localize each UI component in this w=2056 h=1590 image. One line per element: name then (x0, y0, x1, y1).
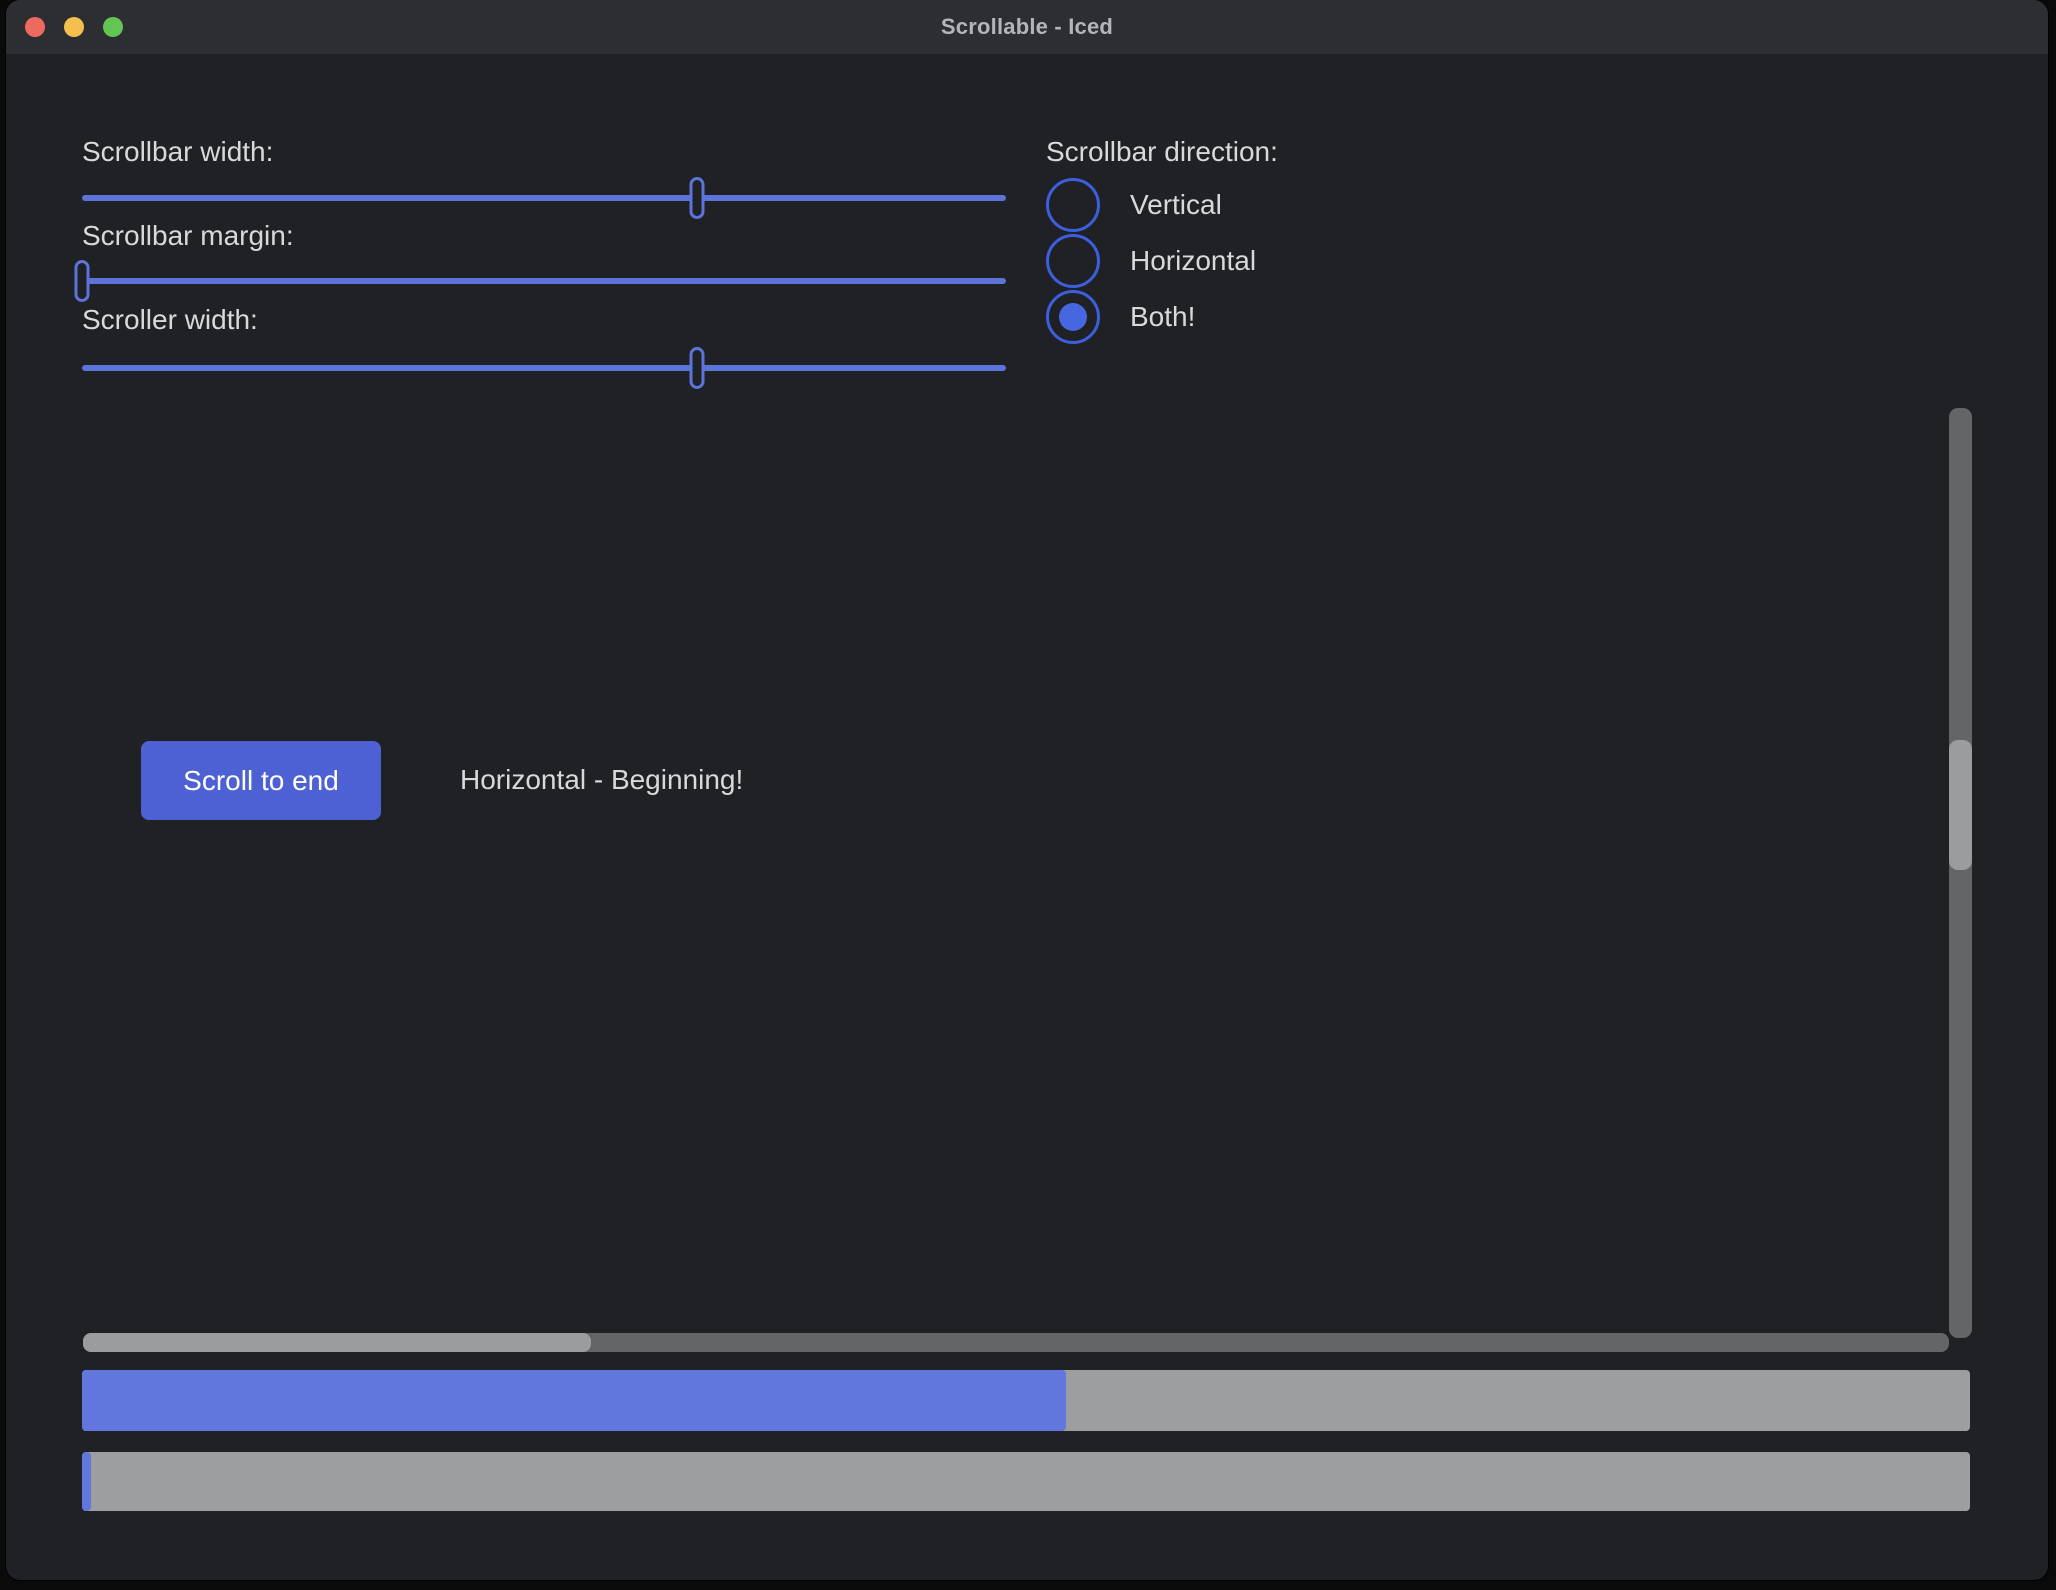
radio-both[interactable]: Both! (1046, 290, 1195, 344)
radio-selected-dot (1059, 303, 1087, 331)
vertical-scroll-progressbar (82, 1370, 1970, 1431)
vertical-scrollbar-thumb[interactable] (1949, 740, 1972, 870)
traffic-lights (25, 17, 123, 37)
close-button[interactable] (25, 17, 45, 37)
minimize-button[interactable] (64, 17, 84, 37)
horizontal-scrollbar-rail[interactable] (83, 1333, 1949, 1352)
radio-label: Both! (1130, 301, 1195, 333)
radio-circle[interactable] (1046, 290, 1100, 344)
progressbar-fill (82, 1452, 91, 1511)
progressbar-fill (82, 1370, 1066, 1431)
radio-circle[interactable] (1046, 178, 1100, 232)
radio-label: Vertical (1130, 189, 1222, 221)
scrollbar-margin-slider[interactable] (82, 278, 1006, 284)
scrollbar-margin-label: Scrollbar margin: (82, 220, 294, 252)
radio-circle[interactable] (1046, 234, 1100, 288)
vertical-scrollbar-rail[interactable] (1949, 408, 1972, 1338)
scroller-width-label: Scroller width: (82, 304, 258, 336)
horizontal-status-text: Horizontal - Beginning! (460, 764, 743, 796)
scrollbar-width-label: Scrollbar width: (82, 136, 273, 168)
scrollbar-direction-label: Scrollbar direction: (1046, 136, 1278, 168)
scroll-to-end-button[interactable]: Scroll to end (141, 741, 381, 820)
zoom-button[interactable] (103, 17, 123, 37)
window-title: Scrollable - Iced (941, 14, 1113, 40)
titlebar[interactable]: Scrollable - Iced (6, 0, 2048, 54)
scroller-width-slider-handle[interactable] (690, 347, 705, 389)
app-window: Scrollable - Iced Scrollbar width: Scrol… (6, 0, 2048, 1580)
horizontal-scrollbar-thumb[interactable] (83, 1333, 591, 1352)
radio-label: Horizontal (1130, 245, 1256, 277)
scrollbar-width-slider-handle[interactable] (690, 177, 705, 219)
radio-vertical[interactable]: Vertical (1046, 178, 1222, 232)
scrollbar-width-slider[interactable] (82, 195, 1006, 201)
scroller-width-slider[interactable] (82, 365, 1006, 371)
radio-horizontal[interactable]: Horizontal (1046, 234, 1256, 288)
screen: Scrollable - Iced Scrollbar width: Scrol… (0, 0, 2056, 1590)
scrollbar-margin-slider-handle[interactable] (75, 260, 90, 302)
horizontal-scroll-progressbar (82, 1452, 1970, 1511)
